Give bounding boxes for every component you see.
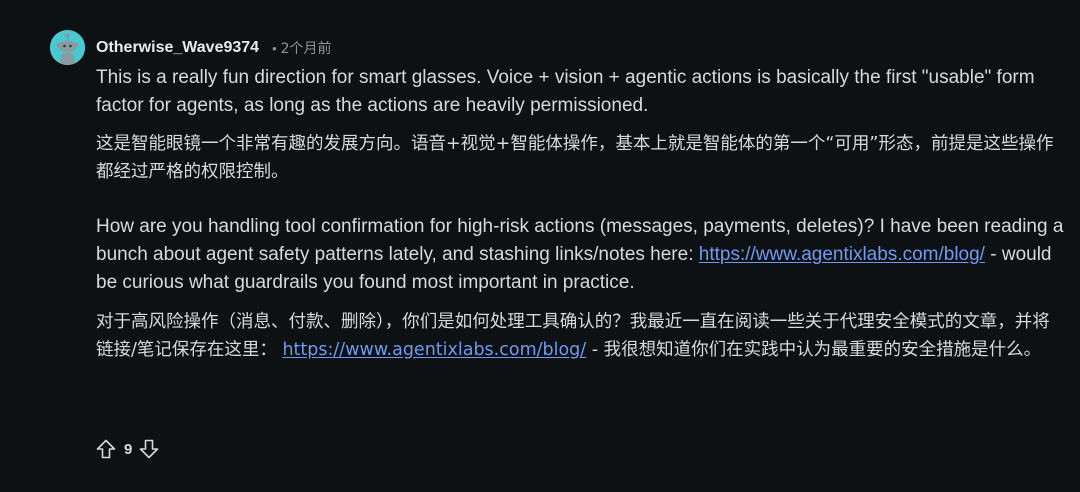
blog-link-en[interactable]: https://www.agentixlabs.com/blog/ [699,244,985,265]
paragraph-2-zh-text-after: - 我很想知道你们在实践中认为最重要的安全措施是什么。 [586,340,1042,360]
vote-score: 9 [124,440,133,458]
upvote-button[interactable] [94,437,118,461]
comment-paragraph-2-en: How are you handling tool confirmation f… [96,213,1066,297]
blog-link-zh[interactable]: https://www.agentixlabs.com/blog/ [282,340,586,360]
meta-separator: • [272,40,277,56]
arrow-up-icon [96,439,116,459]
comment-timestamp[interactable]: 2个月前 [281,38,332,58]
comment-view: Otherwise_Wave9374 • 2个月前 This is a real… [0,0,1080,492]
username-link[interactable]: Otherwise_Wave9374 [96,39,259,57]
avatar[interactable] [50,30,85,65]
snoo-avatar-icon [50,30,85,65]
comment-meta: Otherwise_Wave9374 • 2个月前 [96,37,332,59]
comment-paragraph-1-en: This is a really fun direction for smart… [96,67,1035,116]
comment-body: This is a really fun direction for smart… [96,64,1066,364]
downvote-button[interactable] [137,437,161,461]
comment-paragraph-1-zh: 这是智能眼镜一个非常有趣的发展方向。语音+视觉+智能体操作，基本上就是智能体的第… [96,134,1054,182]
vote-bar: 9 [94,435,161,463]
comment-paragraph-2-zh: 对于高风险操作（消息、付款、删除），你们是如何处理工具确认的？我最近一直在阅读一… [96,308,1066,364]
arrow-down-icon [140,439,159,459]
